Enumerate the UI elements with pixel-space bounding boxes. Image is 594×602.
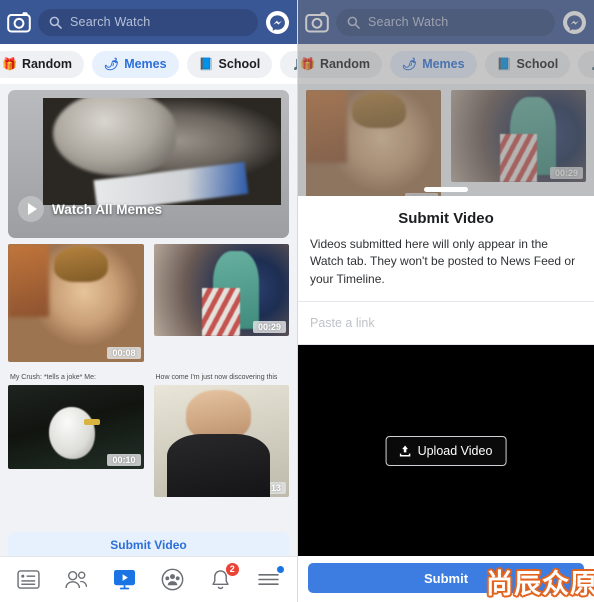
video-thumbnail[interactable]: 00:10 [8,385,144,470]
video-card[interactable]: 00:29 [153,244,289,362]
upload-video-button[interactable]: Upload Video [385,435,507,466]
tab-groups[interactable] [156,565,190,595]
category-pill-next[interactable]: 🎵 [280,50,297,78]
video-caption: How come I'm just now discovering this [155,374,278,381]
video-preview-area: Upload Video [298,345,594,556]
menu-blue-dot-icon [276,565,284,573]
category-pill-random[interactable]: 🎁 Random [0,50,84,78]
camera-icon[interactable] [7,11,31,33]
tab-watch[interactable] [107,565,141,595]
partial-icon: 🎵 [292,58,297,70]
gift-icon: 🎁 [2,57,17,71]
bottom-tab-bar: 2 [0,556,297,602]
hero-video-card[interactable]: Watch All Memes [8,90,289,238]
dual-screenshot: Search Watch 🎁 Random 🌶 Memes 📘 School W… [0,0,594,602]
video-thumbnail[interactable]: 00:29 [153,244,289,336]
video-duration: 00:08 [107,347,141,359]
video-card[interactable]: How come I'm just now discovering this 0… [153,370,289,498]
paste-link-input[interactable]: Paste a link [298,301,594,346]
book-icon: 📘 [198,57,214,71]
video-duration: 00:10 [107,454,141,467]
tab-news-feed[interactable] [11,565,45,595]
category-pill-label: Random [21,57,72,71]
messenger-icon[interactable] [265,10,290,35]
tab-friends[interactable] [59,565,93,595]
video-duration: 00:13 [252,482,286,495]
hero-title: Watch All Memes [52,201,163,217]
sheet-drag-handle[interactable] [424,187,468,192]
video-caption: My Crush: *tells a joke* Me: [10,374,96,381]
paste-link-placeholder: Paste a link [310,316,375,331]
category-pill-memes[interactable]: 🌶 Memes [91,50,179,78]
video-duration: 00:29 [252,321,286,333]
tab-notifications[interactable]: 2 [204,561,240,595]
submit-video-modal: Submit Video Videos submitted here will … [298,187,594,602]
video-card[interactable]: My Crush: *tells a joke* Me: 00:10 [8,370,144,497]
left-screen: Search Watch 🎁 Random 🌶 Memes 📘 School W… [0,0,297,602]
category-pill-label: School [218,57,261,71]
modal-title: Submit Video [398,210,494,227]
app-header: Search Watch [0,0,297,44]
category-pill-school[interactable]: 📘 School [186,50,273,78]
modal-description: Videos submitted here will only appear i… [310,237,576,286]
search-input[interactable]: Search Watch [38,8,258,36]
notification-badge: 2 [224,561,240,577]
submit-bar: Submit 尚辰众原 [298,556,594,602]
video-thumbnail[interactable]: 00:08 [8,244,144,362]
watch-feed: Watch All Memes 00:08 00:29 My Crush: *t… [0,84,297,556]
right-screen: Search Watch 🎁 Random 🌶 Memes 📘 School 0… [297,0,594,602]
tab-menu[interactable] [252,565,286,595]
play-icon[interactable] [18,196,44,222]
search-icon [49,16,62,29]
hero-overlay: Watch All Memes [8,184,289,238]
upload-video-label: Upload Video [417,443,493,458]
video-thumbnail[interactable]: 00:13 [153,385,289,498]
pepper-icon: 🌶 [103,57,120,71]
video-grid: 00:08 00:29 My Crush: *tells a joke* Me:… [0,238,297,498]
feed-submit-video-button[interactable]: Submit Video [8,532,289,556]
watermark: 尚辰众原 [486,569,594,600]
category-pill-label: Memes [124,57,167,71]
category-pill-bar[interactable]: 🎁 Random 🌶 Memes 📘 School 🎵 [0,44,297,84]
search-placeholder: Search Watch [70,15,151,29]
upload-icon [399,445,411,457]
video-card[interactable]: 00:08 [8,244,144,362]
